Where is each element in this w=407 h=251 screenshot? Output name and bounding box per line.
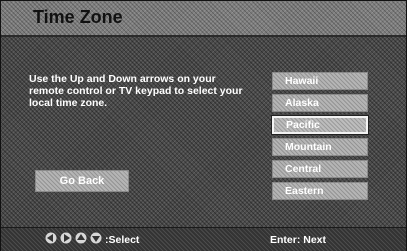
- time-zone-label: Alaska: [285, 97, 319, 109]
- arrow-down-icon: [90, 232, 102, 244]
- bottom-hint-bar: :Select Enter: Next: [1, 227, 406, 251]
- time-zone-option-alaska[interactable]: Alaska: [272, 94, 368, 112]
- time-zone-list: Hawaii Alaska Pacific Mountain Central E…: [271, 72, 369, 204]
- tv-screen: Time Zone Use the Up and Down arrows on …: [0, 0, 407, 251]
- arrow-left-icon: [45, 232, 57, 244]
- time-zone-option-central[interactable]: Central: [272, 160, 368, 178]
- instructions-text: Use the Up and Down arrows on your remot…: [29, 73, 243, 109]
- time-zone-label: Mountain: [285, 141, 332, 153]
- enter-next-hint: Enter: Next: [270, 234, 327, 246]
- arrow-up-icon: [75, 232, 87, 244]
- title-bar: Time Zone: [1, 1, 406, 37]
- time-zone-option-pacific[interactable]: Pacific: [271, 115, 369, 135]
- time-zone-label: Hawaii: [285, 75, 319, 87]
- page-title: Time Zone: [33, 7, 123, 27]
- time-zone-option-eastern[interactable]: Eastern: [272, 182, 368, 200]
- nav-arrows-group: [45, 232, 102, 244]
- time-zone-label: Eastern: [285, 185, 324, 197]
- arrow-right-icon: [60, 232, 72, 244]
- time-zone-label: Central: [285, 163, 322, 175]
- time-zone-option-mountain[interactable]: Mountain: [272, 138, 368, 156]
- go-back-button[interactable]: Go Back: [35, 170, 129, 192]
- time-zone-option-hawaii[interactable]: Hawaii: [272, 72, 368, 90]
- time-zone-label: Pacific: [286, 119, 320, 131]
- select-hint: :Select: [105, 234, 140, 246]
